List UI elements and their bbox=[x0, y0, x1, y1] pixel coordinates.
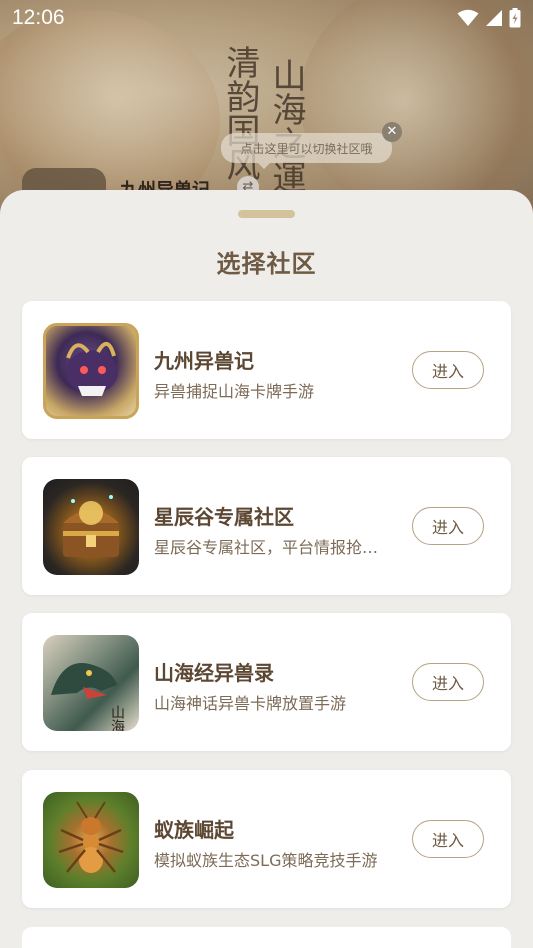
community-card[interactable] bbox=[22, 927, 511, 948]
switch-community-tooltip: 点击这里可以切换社区哦 bbox=[221, 133, 392, 163]
tooltip-tail bbox=[258, 163, 270, 169]
sheet-title: 选择社区 bbox=[216, 250, 317, 278]
community-desc: 模拟蚁族生态SLG策略竞技手游 bbox=[154, 851, 378, 870]
enter-button[interactable]: 进入 bbox=[412, 663, 484, 701]
community-picker-sheet: 选择社区 九州异兽记 异兽捕捉山海卡牌手游 进入 星辰谷专属社区 星辰谷专属社区… bbox=[0, 190, 533, 948]
enter-button[interactable]: 进入 bbox=[412, 507, 484, 545]
signal-icon bbox=[486, 10, 502, 26]
treasure-chest-icon bbox=[43, 479, 139, 575]
ant-icon bbox=[43, 792, 139, 888]
status-bar: 12:06 bbox=[0, 0, 533, 36]
community-name: 星辰谷专属社区 bbox=[154, 505, 294, 529]
enter-button[interactable]: 进入 bbox=[412, 351, 484, 389]
beast-game-icon bbox=[43, 323, 139, 419]
community-card[interactable]: 蚁族崛起 模拟蚁族生态SLG策略竞技手游 进入 bbox=[22, 770, 511, 908]
community-card[interactable]: 星辰谷专属社区 星辰谷专属社区，平台情报抢先知道 进入 bbox=[22, 457, 511, 595]
community-name: 蚁族崛起 bbox=[154, 818, 234, 842]
dragon-icon: 山海 bbox=[43, 635, 139, 731]
enter-button[interactable]: 进入 bbox=[412, 820, 484, 858]
wifi-icon bbox=[457, 9, 479, 26]
community-card[interactable]: 九州异兽记 异兽捕捉山海卡牌手游 进入 bbox=[22, 301, 511, 439]
status-icons bbox=[457, 8, 521, 28]
community-desc: 山海神话异兽卡牌放置手游 bbox=[154, 694, 347, 713]
drag-handle[interactable] bbox=[238, 210, 295, 218]
community-desc: 异兽捕捉山海卡牌手游 bbox=[154, 382, 315, 401]
battery-icon bbox=[509, 8, 521, 28]
community-desc: 星辰谷专属社区，平台情报抢先知道 bbox=[154, 538, 394, 557]
close-icon[interactable]: ✕ bbox=[382, 122, 402, 142]
community-name: 山海经异兽录 bbox=[154, 661, 274, 685]
svg-text:山海: 山海 bbox=[109, 705, 125, 731]
status-time: 12:06 bbox=[12, 6, 65, 29]
community-name: 九州异兽记 bbox=[154, 349, 254, 373]
community-card[interactable]: 山海 山海经异兽录 山海神话异兽卡牌放置手游 进入 bbox=[22, 613, 511, 751]
